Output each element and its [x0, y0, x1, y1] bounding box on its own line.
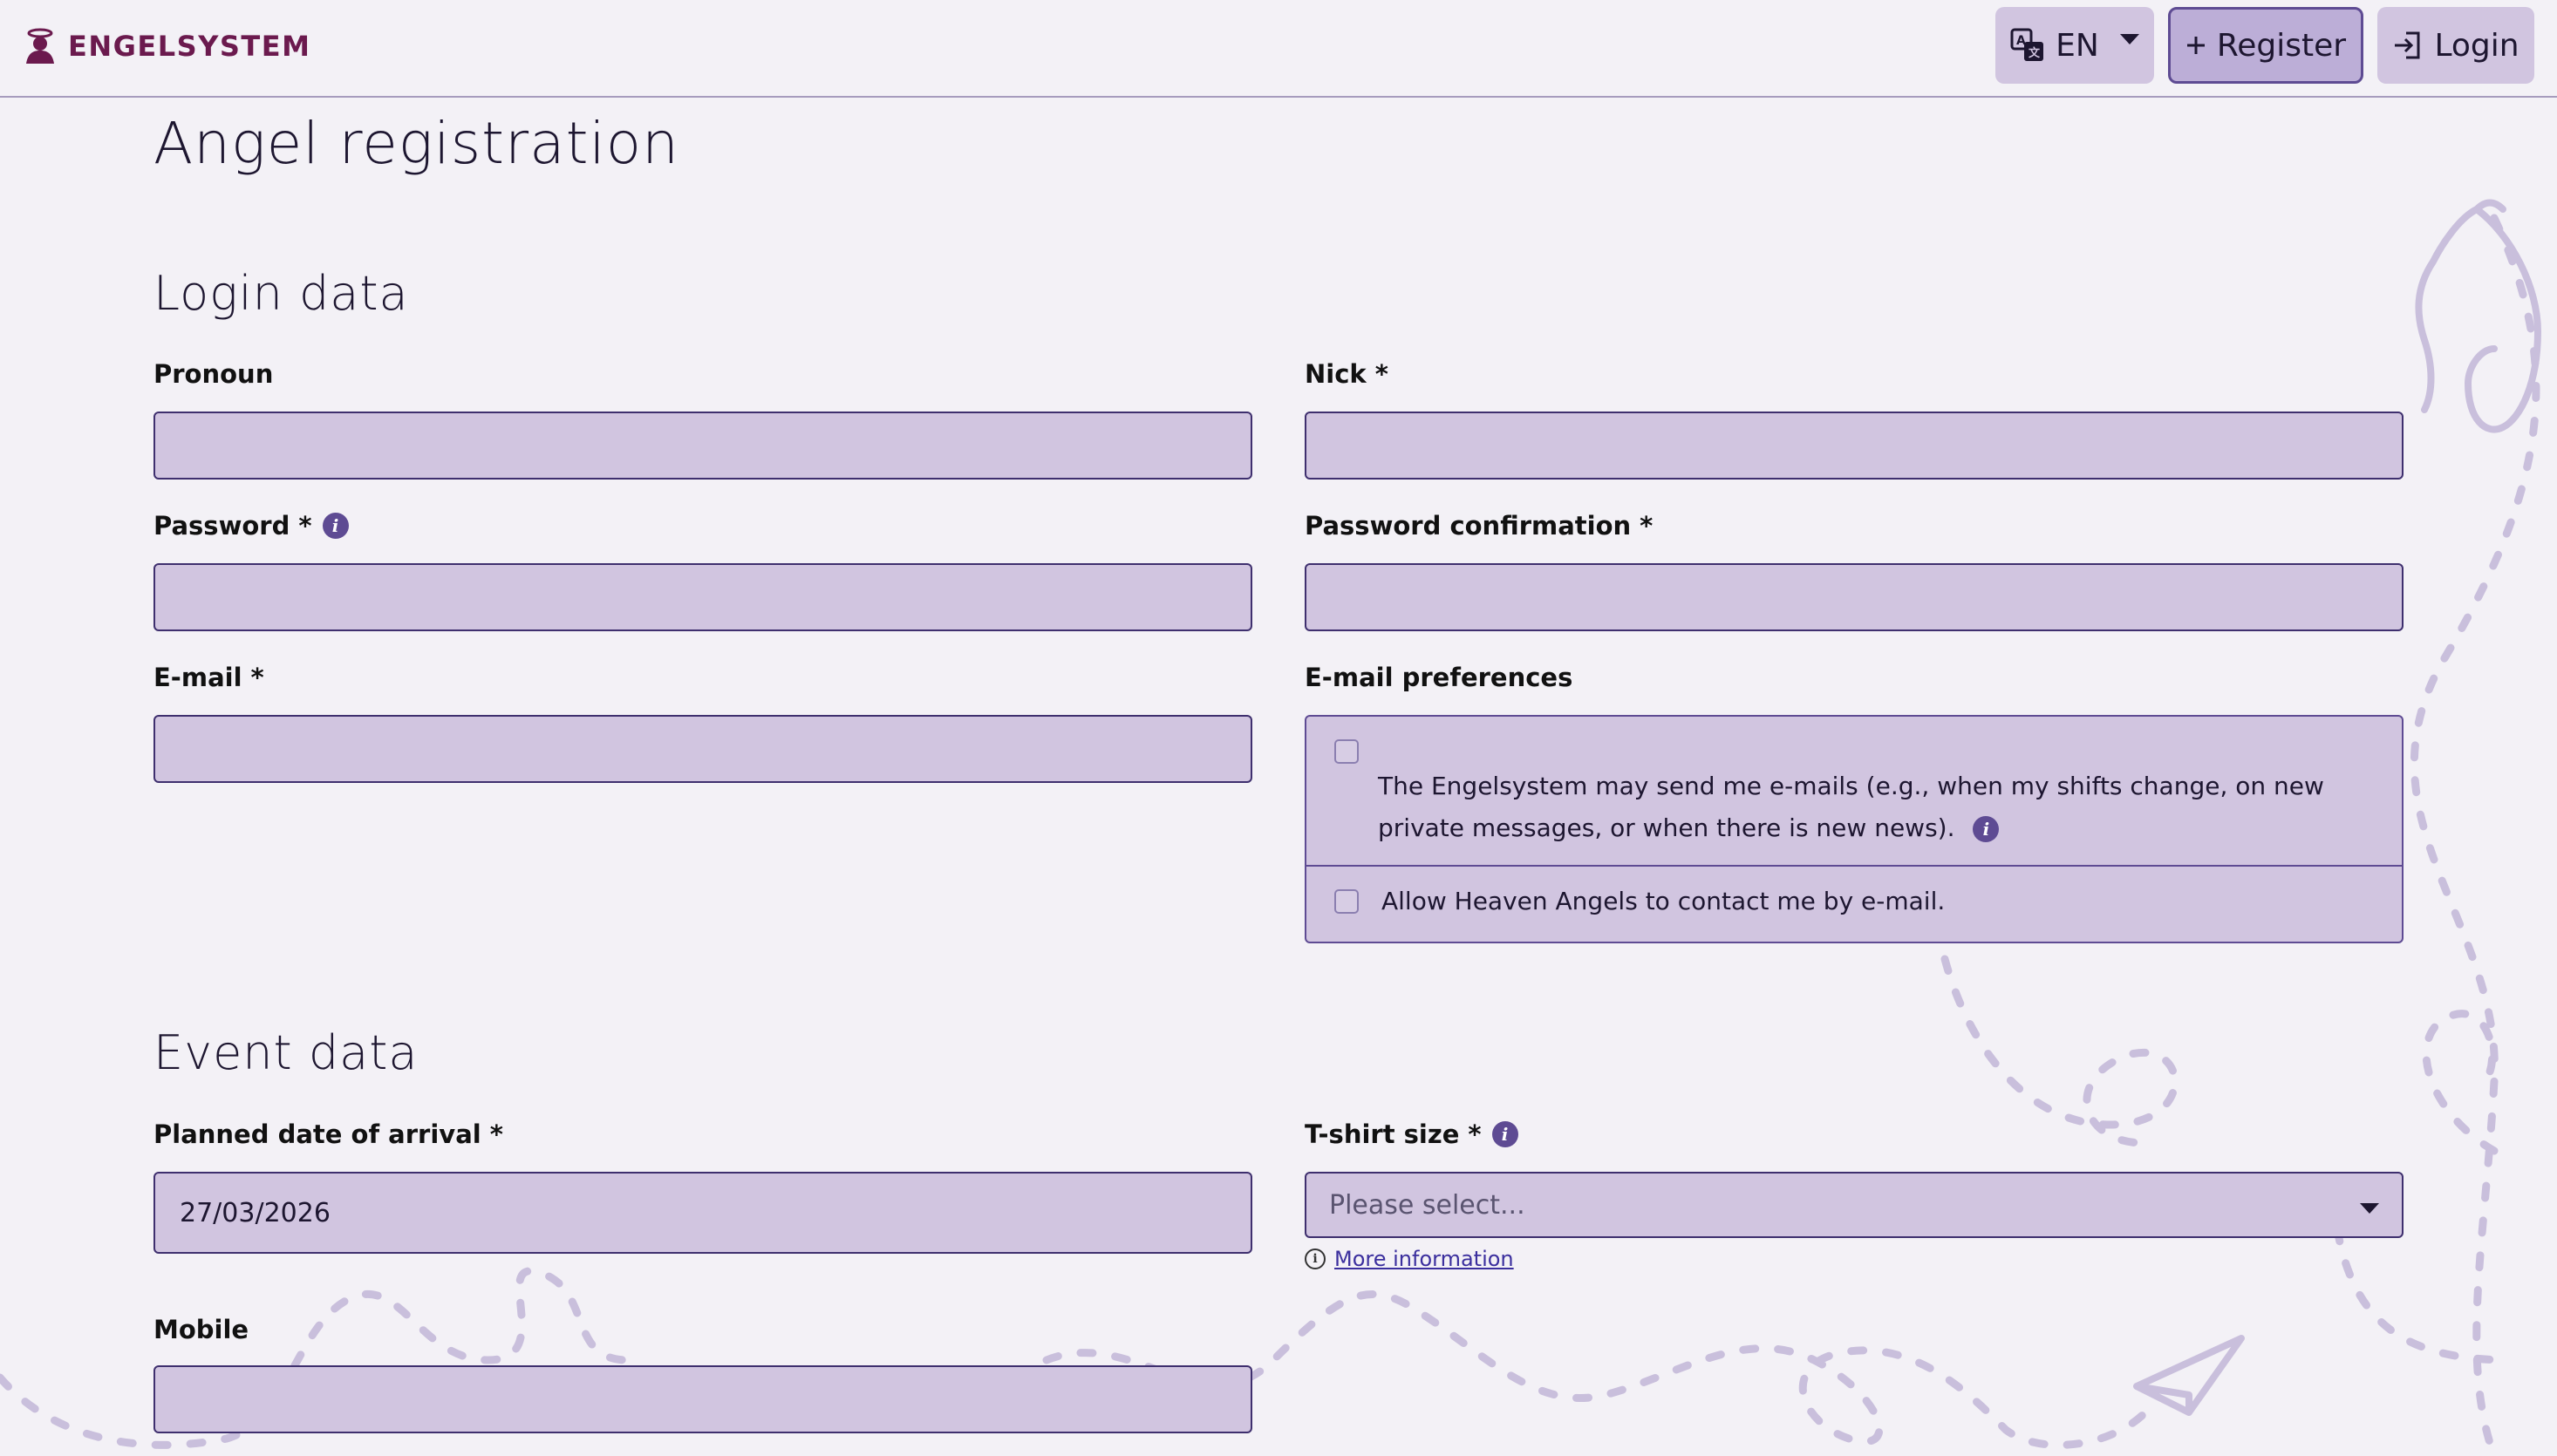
- required-marker: *: [298, 511, 312, 541]
- password-label: Password * i: [153, 511, 349, 541]
- arrival-date-input[interactable]: 27/03/2026: [153, 1172, 1252, 1254]
- info-icon[interactable]: i: [1491, 1121, 1518, 1147]
- pref-heaven-contact-checkbox[interactable]: [1334, 889, 1359, 914]
- required-marker: *: [489, 1119, 503, 1149]
- required-marker: *: [1640, 511, 1654, 541]
- svg-text:A: A: [2016, 34, 2026, 48]
- login-data-heading: Login data: [153, 266, 409, 321]
- login-button[interactable]: Login: [2377, 7, 2534, 84]
- info-icon[interactable]: i: [1973, 816, 2000, 842]
- register-button[interactable]: Register: [2168, 7, 2363, 84]
- email-label: E-mail *: [153, 663, 264, 692]
- pref-shift-mails-row: The Engelsystem may send me e-mails (e.g…: [1306, 717, 2402, 867]
- pref-shift-mails-checkbox[interactable]: [1334, 739, 1359, 764]
- event-data-heading: Event data: [153, 1025, 419, 1080]
- brand-name: ENGELSYSTEM: [68, 30, 311, 63]
- angel-icon: [26, 28, 54, 64]
- mobile-input[interactable]: [153, 1365, 1252, 1433]
- mobile-label: Mobile: [153, 1315, 249, 1344]
- password-confirmation-input[interactable]: [1305, 563, 2404, 631]
- language-dropdown-button[interactable]: A 文 EN: [1995, 7, 2154, 84]
- pronoun-input[interactable]: [153, 412, 1252, 480]
- pref-heaven-contact-label: Allow Heaven Angels to contact me by e-m…: [1381, 887, 1946, 915]
- arrival-label: Planned date of arrival *: [153, 1119, 503, 1149]
- tshirt-more-info: i More information: [1305, 1247, 1514, 1271]
- tshirt-size-label: T-shirt size * i: [1305, 1119, 1518, 1149]
- pref-shift-mails-label: The Engelsystem may send me e-mails (e.g…: [1378, 772, 2324, 842]
- register-label: Register: [2216, 27, 2347, 64]
- required-marker: *: [1374, 359, 1388, 389]
- email-input[interactable]: [153, 715, 1252, 783]
- login-icon: [2395, 31, 2420, 59]
- pronoun-label: Pronoun: [153, 359, 274, 389]
- svg-text:文: 文: [2029, 46, 2041, 60]
- email-preferences-label: E-mail preferences: [1305, 663, 1573, 692]
- plus-icon: [2186, 37, 2205, 54]
- nick-label: Nick *: [1305, 359, 1388, 389]
- language-label: EN: [2056, 27, 2099, 64]
- nick-input[interactable]: [1305, 412, 2404, 480]
- info-icon[interactable]: i: [322, 513, 349, 539]
- required-marker: *: [250, 663, 264, 692]
- password-input[interactable]: [153, 563, 1252, 631]
- tshirt-size-select[interactable]: Please select...: [1305, 1172, 2404, 1238]
- email-preferences-group: The Engelsystem may send me e-mails (e.g…: [1305, 715, 2404, 943]
- page-title: Angel registration: [153, 110, 680, 177]
- login-label: Login: [2434, 27, 2519, 64]
- required-marker: *: [1468, 1119, 1482, 1149]
- brand-logo[interactable]: ENGELSYSTEM: [21, 17, 310, 75]
- registration-form: Angel registration Login data Pronoun Ni…: [0, 0, 2557, 1456]
- top-navbar: ENGELSYSTEM A 文 EN Register Login: [0, 0, 2557, 98]
- more-information-link[interactable]: More information: [1334, 1247, 1514, 1271]
- chevron-down-icon: [2119, 34, 2139, 44]
- translate-icon: A 文: [2010, 28, 2044, 61]
- password-confirmation-label: Password confirmation *: [1305, 511, 1654, 541]
- chevron-down-icon: [2360, 1203, 2379, 1214]
- info-circle-icon: i: [1305, 1248, 1326, 1269]
